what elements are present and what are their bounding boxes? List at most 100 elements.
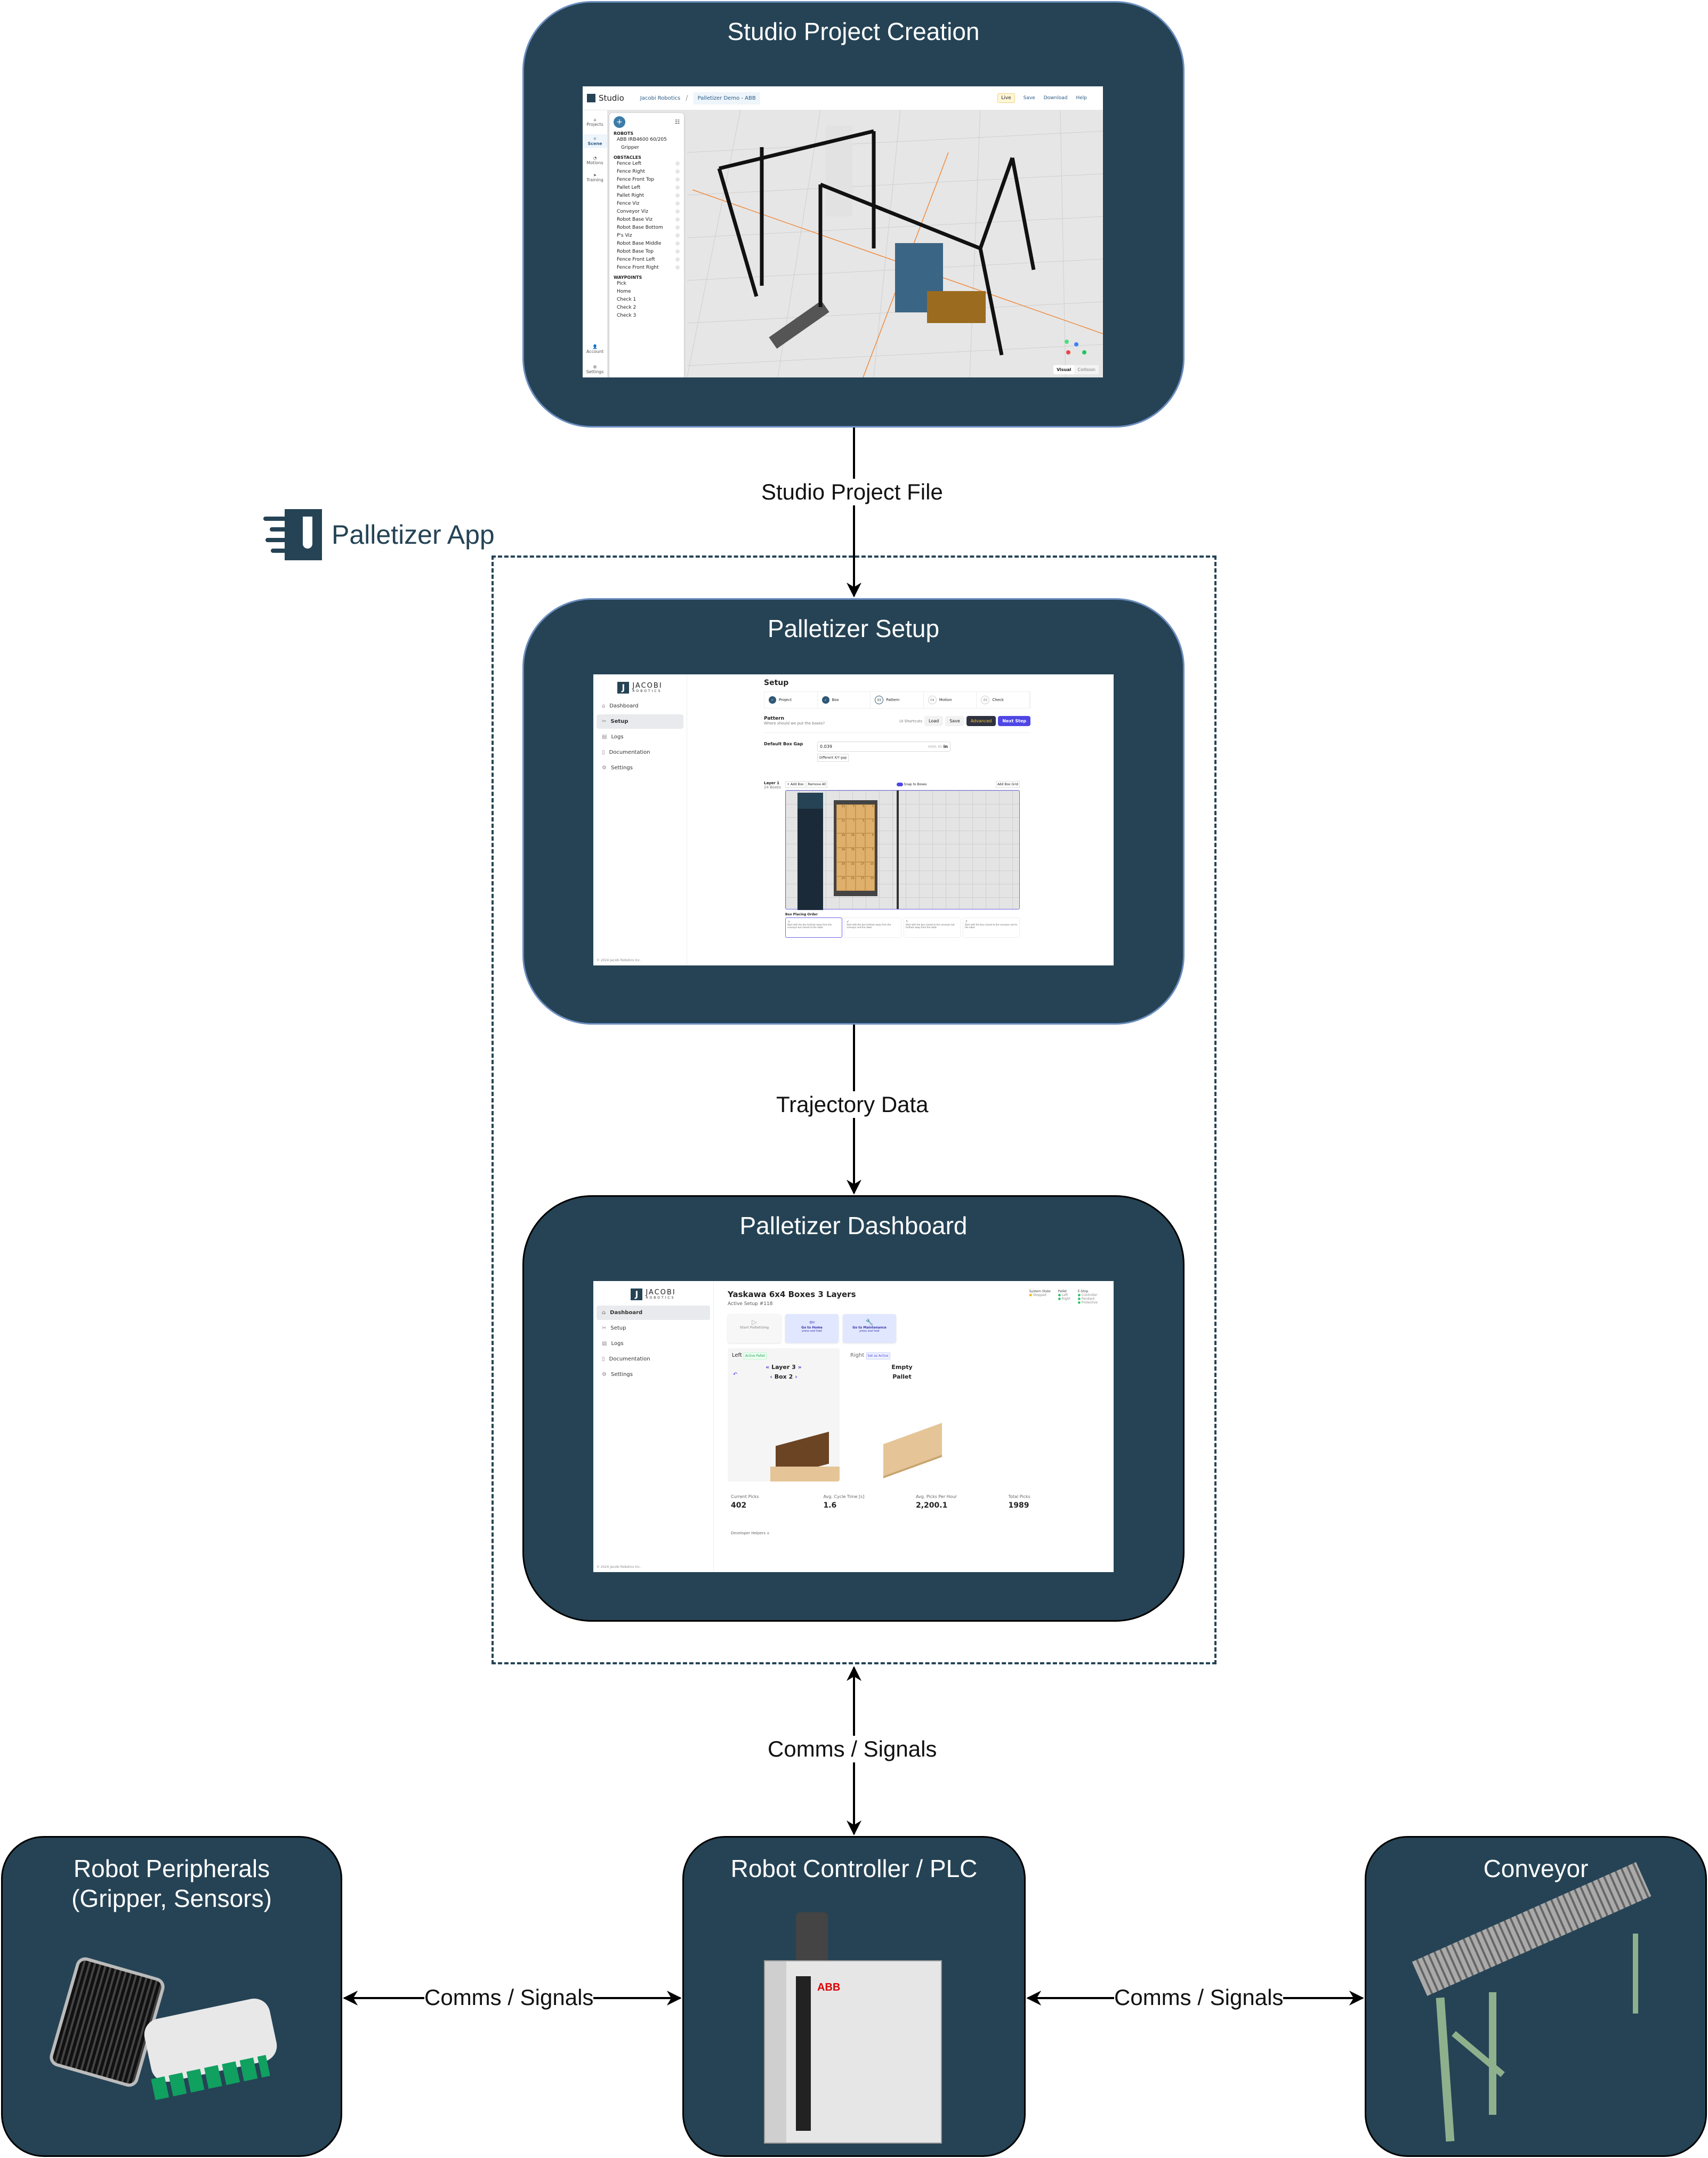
box-cell[interactable]: 17 <box>856 862 865 876</box>
box-cell[interactable]: 11 <box>836 804 846 819</box>
scene-waypoint-item[interactable]: Check 1 <box>614 296 680 304</box>
visibility-icon[interactable]: ◎ <box>675 264 680 272</box>
scene-obstacle-item[interactable]: Fence Viz ◎ <box>614 200 680 208</box>
visibility-icon[interactable]: ◎ <box>675 184 680 192</box>
undo-icon[interactable]: ↶ <box>733 1372 737 1378</box>
box-cell[interactable]: 9 <box>856 848 865 862</box>
next-box-button[interactable]: › <box>795 1373 797 1380</box>
rail-motions[interactable]: ◔ Motions <box>583 156 607 165</box>
help-button[interactable]: Help <box>1076 95 1087 101</box>
next-step-button[interactable]: Next Step <box>998 716 1030 726</box>
scene-waypoint-item[interactable]: Check 2 <box>614 304 680 312</box>
sidebar-item-documentation[interactable]: ▯ Documentation <box>597 745 683 760</box>
box-cell[interactable]: 7 <box>846 819 856 833</box>
scene-obstacle-item[interactable]: Fence Right ◎ <box>614 168 680 176</box>
rail-training[interactable]: ➤ Training <box>583 173 607 182</box>
add-box-grid-button[interactable]: Add Box Grid <box>995 781 1020 788</box>
scene-waypoint-item[interactable]: Pick <box>614 280 680 288</box>
scene-robot-item[interactable]: Gripper <box>614 144 680 152</box>
remove-all-button[interactable]: Remove All <box>806 781 828 788</box>
download-button[interactable]: Download <box>1044 95 1068 101</box>
visibility-icon[interactable]: ◎ <box>675 160 680 168</box>
visibility-icon[interactable]: ◎ <box>675 192 680 200</box>
box-cell[interactable]: 3 <box>856 804 865 819</box>
set-as-active-button[interactable]: Set as Active <box>866 1352 890 1359</box>
sidebar-item-dashboard[interactable]: ⌂ Dashboard <box>597 699 683 713</box>
next-layer-button[interactable]: » <box>798 1364 802 1371</box>
scene-obstacle-item[interactable]: Pallet Left ◎ <box>614 184 680 192</box>
view-visual-button[interactable]: Visual <box>1053 365 1074 374</box>
step-motion[interactable]: 04 Motion <box>924 692 977 708</box>
prev-box-button[interactable]: ‹ <box>770 1373 772 1380</box>
visibility-icon[interactable]: ◎ <box>675 240 680 248</box>
box-cell[interactable]: 19 <box>836 848 846 862</box>
prev-layer-button[interactable]: « <box>766 1364 769 1371</box>
box-cell[interactable]: 1 <box>865 819 875 833</box>
scene-obstacle-item[interactable]: Robot Base Viz ◎ <box>614 216 680 224</box>
breadcrumb-org[interactable]: Jacobi Robotics <box>640 95 681 101</box>
placing-order-option[interactable]: ↖ Start with the box closest to the conve… <box>904 917 961 938</box>
save-button[interactable]: Save <box>1024 95 1035 101</box>
breadcrumb-project[interactable]: Palletizer Demo - ABB <box>693 92 760 104</box>
box-cell[interactable]: 19 <box>836 833 846 848</box>
box-cell[interactable]: 3 <box>856 819 865 833</box>
add-box-button[interactable]: + Add Box <box>785 781 805 788</box>
start-palletizing-button[interactable]: ▷ Start Palletizing <box>728 1314 781 1343</box>
step-project[interactable]: ✓ Project <box>764 692 818 708</box>
box-cell[interactable]: 13 <box>865 876 875 891</box>
filter-icon[interactable]: ☷ <box>675 119 680 125</box>
scene-obstacle-item[interactable]: Fence Left ◎ <box>614 160 680 168</box>
sidebar-item-settings[interactable]: ⚙ Settings <box>597 1367 710 1382</box>
scene-obstacle-item[interactable]: Robot Base Top ◎ <box>614 248 680 256</box>
visibility-icon[interactable]: ◎ <box>675 200 680 208</box>
placing-order-option[interactable]: ↘ Start with the box furthest away from t… <box>785 917 842 938</box>
ui-shortcuts-link[interactable]: UI Shortcuts <box>899 719 922 723</box>
load-button[interactable]: Load <box>924 716 944 726</box>
scene-obstacle-item[interactable]: Robot Base Bottom ◎ <box>614 224 680 232</box>
scene-obstacle-item[interactable]: Conveyor Viz ◎ <box>614 208 680 216</box>
visibility-icon[interactable]: ◎ <box>675 232 680 240</box>
placing-order-option[interactable]: ↗ Start with the box closest to the conve… <box>963 917 1020 938</box>
add-object-button[interactable]: + <box>614 116 625 128</box>
developer-helpers-toggle[interactable]: Developer Helpers ∨ <box>731 1531 1098 1535</box>
sidebar-item-settings[interactable]: ⚙ Settings <box>597 761 683 775</box>
box-cell[interactable]: 11 <box>836 819 846 833</box>
studio-3d-viewport[interactable]: + ☷ ROBOTS ABB IRB4600 60/205 Gripper OBS… <box>607 110 1103 377</box>
visibility-icon[interactable]: ◎ <box>675 248 680 256</box>
rail-projects[interactable]: ⌂ Projects <box>583 117 607 127</box>
box-cell[interactable]: 7 <box>846 804 856 819</box>
go-to-maintenance-button[interactable]: 🔧 Go to Maintenance press and hold <box>843 1314 896 1343</box>
pattern-canvas[interactable]: 11 7 3 1 11 7 3 1 19 15 9 5 19 15 9 5 23 21 17 13 23 21 17 13 <box>785 790 1020 910</box>
scene-obstacle-item[interactable]: Fence Front Left ◎ <box>614 256 680 264</box>
scene-robot-item[interactable]: ABB IRB4600 60/205 <box>614 136 680 144</box>
sidebar-item-setup[interactable]: ✂ Setup <box>597 714 683 729</box>
visibility-icon[interactable]: ◎ <box>675 256 680 264</box>
scene-waypoint-item[interactable]: Check 3 <box>614 312 680 320</box>
box-gap-input[interactable]: 0.039 mm m in <box>817 742 950 752</box>
box-cell[interactable]: 5 <box>865 848 875 862</box>
scene-obstacle-item[interactable]: Robot Base Middle ◎ <box>614 240 680 248</box>
box-cell[interactable]: 23 <box>836 876 846 891</box>
box-cell[interactable]: 17 <box>856 876 865 891</box>
unit-in[interactable]: in <box>944 744 948 749</box>
visibility-icon[interactable]: ◎ <box>675 208 680 216</box>
box-cell[interactable]: 15 <box>846 833 856 848</box>
box-cell[interactable]: 5 <box>865 833 875 848</box>
advanced-button[interactable]: Advanced <box>966 716 996 726</box>
rail-settings[interactable]: ⚙ Settings <box>583 365 607 374</box>
view-collision-button[interactable]: Collision <box>1074 365 1099 374</box>
go-to-home-button[interactable]: ⇦ Go to Home press and hold <box>785 1314 839 1343</box>
box-cell[interactable]: 15 <box>846 848 856 862</box>
rail-scene[interactable]: ⚛ Scene <box>583 134 607 148</box>
scene-obstacle-item[interactable]: P's Viz ◎ <box>614 232 680 240</box>
placing-order-option[interactable]: ↙ Start with the box furthest away from t… <box>844 917 901 938</box>
unit-mm[interactable]: mm <box>928 744 937 749</box>
box-cell[interactable]: 21 <box>846 862 856 876</box>
visibility-icon[interactable]: ◎ <box>675 224 680 232</box>
step-check[interactable]: 05 Check <box>977 692 1030 708</box>
sidebar-item-dashboard[interactable]: ⌂ Dashboard <box>597 1306 710 1320</box>
box-cell[interactable]: 13 <box>865 862 875 876</box>
step-box[interactable]: ✓ Box <box>818 692 871 708</box>
save-button[interactable]: Save <box>945 716 964 726</box>
sidebar-item-setup[interactable]: ✂ Setup <box>597 1321 710 1335</box>
